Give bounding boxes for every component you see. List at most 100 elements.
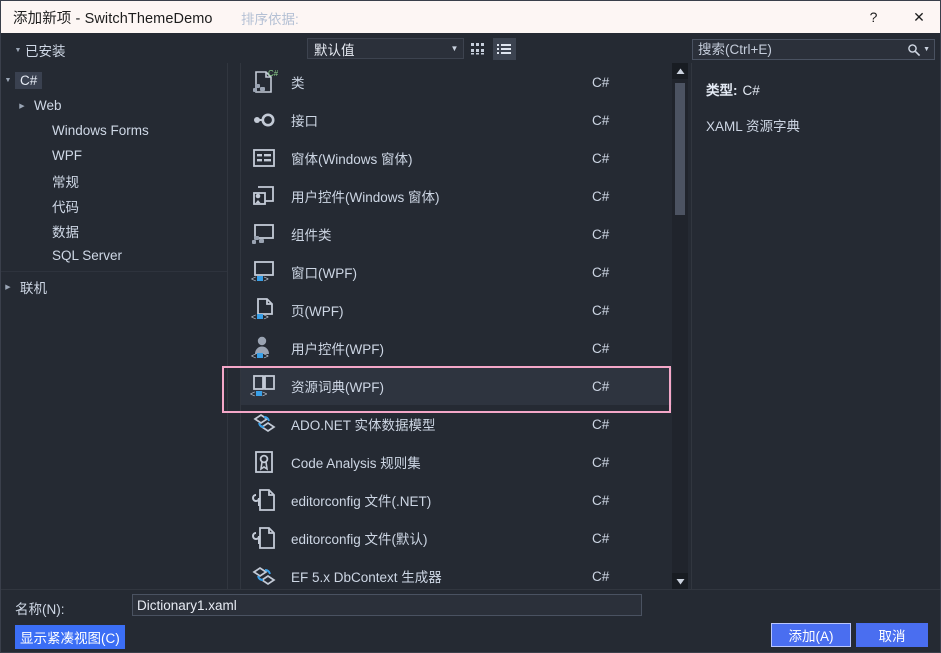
template-item-language: C# [592,188,610,204]
add-new-item-dialog: 添加新项 - SwitchThemeDemo ? ✕ 排序依据: 默认值 ▼ 搜… [0,0,941,653]
show-compact-view-link[interactable]: 显示紧凑视图(C) [15,625,125,649]
sidebar-item--[interactable]: 数据 [1,218,227,243]
scroll-up-arrow-icon[interactable] [672,63,688,79]
winforms-form-icon [241,139,287,177]
window-title: 添加新项 - SwitchThemeDemo [13,10,213,27]
detail-type-row: 类型: C# [706,79,940,99]
template-item-name: 资源词典(WPF) [291,380,384,395]
ef-dbcontext-icon [241,557,287,589]
help-button[interactable]: ? [851,1,896,33]
template-list-item[interactable]: < > 资源词典(WPF) C# [241,367,672,405]
template-item-name: 窗体(Windows 窗体) [291,152,413,167]
template-item-language: C# [592,340,610,356]
sidebar-item-label: Web [34,98,62,113]
component-class-icon [241,215,287,253]
template-item-name: 窗口(WPF) [291,266,357,281]
scrollbar-thumb[interactable] [675,83,685,215]
sidebar-item--[interactable]: 常规 [1,168,227,193]
scroll-down-arrow-icon[interactable] [672,573,688,589]
chevron-collapsed-icon[interactable]: ▶ [1,283,15,291]
name-input[interactable] [132,594,642,616]
editorconfig-icon [241,481,287,519]
svg-text:>: > [262,389,267,399]
chevron-down-icon: ▼ [450,44,459,53]
template-list-item[interactable]: 组件类 C# [241,215,672,253]
template-list-item[interactable]: editorconfig 文件(默认) C# [241,519,672,557]
grid-view-icon[interactable] [467,38,490,60]
chevron-expanded-icon: ▼ [14,46,22,54]
template-item-name: editorconfig 文件(默认) [291,532,428,547]
sort-by-label: 排序依据: [241,12,299,27]
template-item-language: C# [592,302,610,318]
detail-type-value: C# [742,83,760,98]
template-item-name: ADO.NET 实体数据模型 [291,418,436,433]
resource-dictionary-icon: < > [241,367,287,405]
details-content: 类型: C# XAML 资源字典 [692,63,940,135]
template-list-item[interactable]: < > 页(WPF) C# [241,291,672,329]
detail-description: XAML 资源字典 [706,119,801,134]
footer-divider [1,589,940,590]
template-item-name: editorconfig 文件(.NET) [291,494,432,509]
sort-by-dropdown[interactable]: 默认值 ▼ [307,38,464,59]
sidebar-item-label: SQL Server [52,248,123,263]
sidebar-item-sql-server[interactable]: SQL Server [1,243,227,268]
template-list-item[interactable]: Code Analysis 规则集 C# [241,443,672,481]
template-list-item[interactable]: 窗体(Windows 窗体) C# [241,139,672,177]
template-list-item[interactable]: 接口 C# [241,101,672,139]
template-item-language: C# [592,416,610,432]
list-view-icon[interactable] [493,38,516,60]
sidebar-item-windows-forms[interactable]: Windows Forms [1,118,227,143]
sidebar-item-label: 代码 [52,199,79,215]
template-list-item[interactable]: 用户控件(Windows 窗体) C# [241,177,672,215]
template-list-item[interactable]: editorconfig 文件(.NET) C# [241,481,672,519]
editorconfig-icon [241,519,287,557]
search-icon-group: ▼ [907,43,934,57]
chevron-collapsed-icon[interactable]: ▶ [15,102,29,110]
details-panel: 类型: C# XAML 资源字典 [692,63,940,589]
svg-text:>: > [264,274,269,284]
template-item-language: C# [592,378,610,394]
template-item-name: 组件类 [291,228,332,243]
search-chevron-down-icon[interactable]: ▼ [923,46,930,53]
sidebar-item-online[interactable]: ▶ 联机 [1,274,227,299]
interface-icon [241,101,287,139]
template-list-item[interactable]: ADO.NET 实体数据模型 C# [241,405,672,443]
template-list-item[interactable]: C# 类 C# [241,63,672,101]
template-item-name: EF 5.x DbContext 生成器 [291,570,442,585]
svg-text:>: > [264,351,269,361]
template-list-item[interactable]: < > 窗口(WPF) C# [241,253,672,291]
ruleset-icon [241,443,287,481]
template-item-language: C# [592,530,610,546]
template-list-scrollbar[interactable] [672,63,688,589]
template-list-item[interactable]: < > 用户控件(WPF) C# [241,329,672,367]
sidebar-item-label: Windows Forms [52,123,149,138]
search-icon [908,43,921,56]
category-tree: ▼ C# ▶ Web Windows Forms WPF 常规代码数据 SQL Server ▶… [1,63,227,299]
svg-text:<: < [251,312,256,322]
chevron-expanded-icon[interactable]: ▼ [1,77,15,84]
close-button[interactable]: ✕ [896,1,940,33]
sidebar-item-c-[interactable]: ▼ C# [1,68,227,93]
template-list-item[interactable]: EF 5.x DbContext 生成器 C# [241,557,672,589]
name-label: 名称(N): [15,602,65,617]
svg-text:<: < [251,351,256,361]
search-box[interactable]: ▼ [692,39,935,60]
sidebar-item-installed[interactable]: ▼ 已安装 [11,40,66,60]
sidebar-item-web[interactable]: ▶ Web [1,93,227,118]
wpf-page-icon: < > [241,291,287,329]
sidebar-item-label: 常规 [52,174,79,190]
template-item-language: C# [592,492,610,508]
add-button[interactable]: 添加(A) [771,623,851,647]
template-item-language: C# [592,454,610,470]
left-divider [227,63,228,589]
wpf-usercontrol-icon: < > [241,329,287,367]
svg-text:<: < [250,389,255,399]
template-item-name: 类 [291,76,305,91]
sidebar-item-wpf[interactable]: WPF [1,143,227,168]
search-input[interactable] [693,42,908,57]
template-item-name: Code Analysis 规则集 [291,456,421,471]
cancel-button[interactable]: 取消 [856,623,928,647]
sidebar-item-label: WPF [52,148,82,163]
template-list: C# 类 C# 接口 C# 窗体(Windows 窗体) C# 用户控件(Window… [241,63,672,589]
sidebar-item--[interactable]: 代码 [1,193,227,218]
